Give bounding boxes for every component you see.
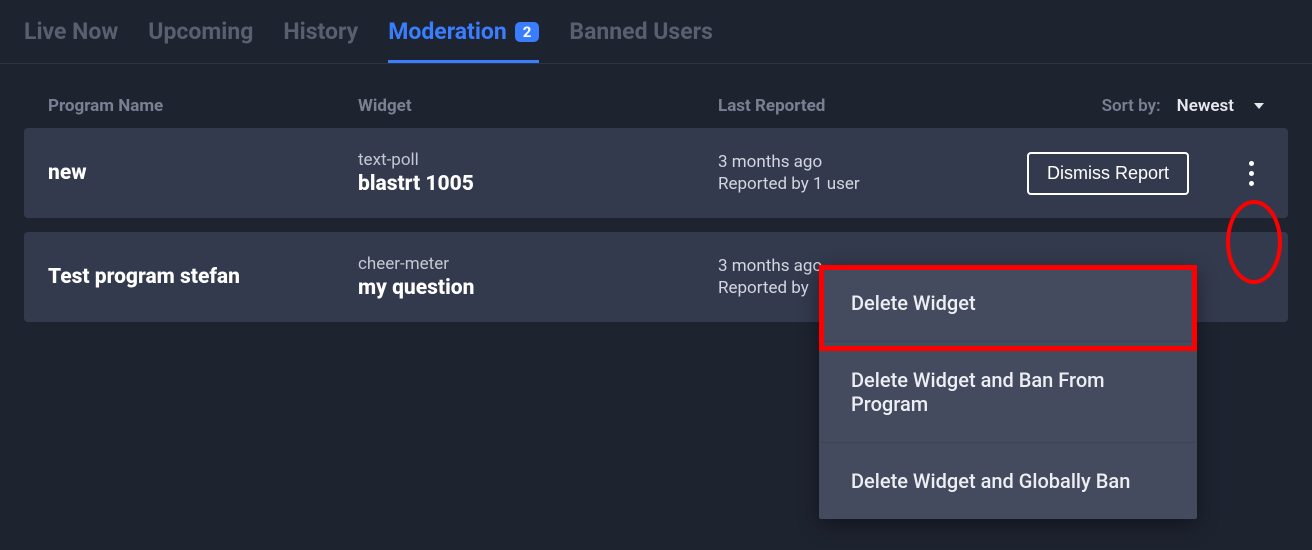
tab-bar: Live Now Upcoming History Moderation 2 B… xyxy=(0,0,1312,64)
widget-type: cheer-meter xyxy=(358,254,718,274)
tab-banned-users[interactable]: Banned Users xyxy=(569,18,713,63)
tab-live-now[interactable]: Live Now xyxy=(24,18,118,63)
tab-history[interactable]: History xyxy=(283,18,358,63)
sort-label: Sort by: xyxy=(1102,96,1161,116)
menu-ban-from-program[interactable]: Delete Widget and Ban From Program xyxy=(819,341,1197,442)
row-actions-menu: Delete Widget Delete Widget and Ban From… xyxy=(819,265,1197,519)
col-header-last-reported: Last Reported xyxy=(718,96,948,116)
program-name: new xyxy=(48,161,358,185)
moderation-count-badge: 2 xyxy=(515,22,540,42)
col-header-program: Program Name xyxy=(48,96,358,116)
sort-control[interactable]: Sort by: Newest xyxy=(948,96,1264,116)
program-name: Test program stefan xyxy=(48,265,358,289)
chevron-down-icon xyxy=(1254,103,1264,109)
tab-moderation[interactable]: Moderation 2 xyxy=(388,18,539,63)
last-reported-by: Reported by 1 user xyxy=(718,174,948,194)
last-reported-time: 3 months ago xyxy=(718,152,948,172)
widget-type: text-poll xyxy=(358,150,718,170)
table-row: new text-poll blastrt 1005 3 months ago … xyxy=(24,128,1288,218)
table-header: Program Name Widget Last Reported Sort b… xyxy=(24,84,1288,128)
more-options-icon[interactable] xyxy=(1239,155,1264,192)
widget-name: blastrt 1005 xyxy=(358,172,718,196)
menu-delete-widget[interactable]: Delete Widget xyxy=(819,265,1197,341)
tab-moderation-label: Moderation xyxy=(388,18,507,45)
widget-name: my question xyxy=(358,276,718,300)
menu-globally-ban[interactable]: Delete Widget and Globally Ban xyxy=(819,442,1197,519)
tab-upcoming[interactable]: Upcoming xyxy=(148,18,253,63)
col-header-widget: Widget xyxy=(358,96,718,116)
sort-value: Newest xyxy=(1177,96,1234,116)
dismiss-report-button[interactable]: Dismiss Report xyxy=(1027,152,1189,195)
